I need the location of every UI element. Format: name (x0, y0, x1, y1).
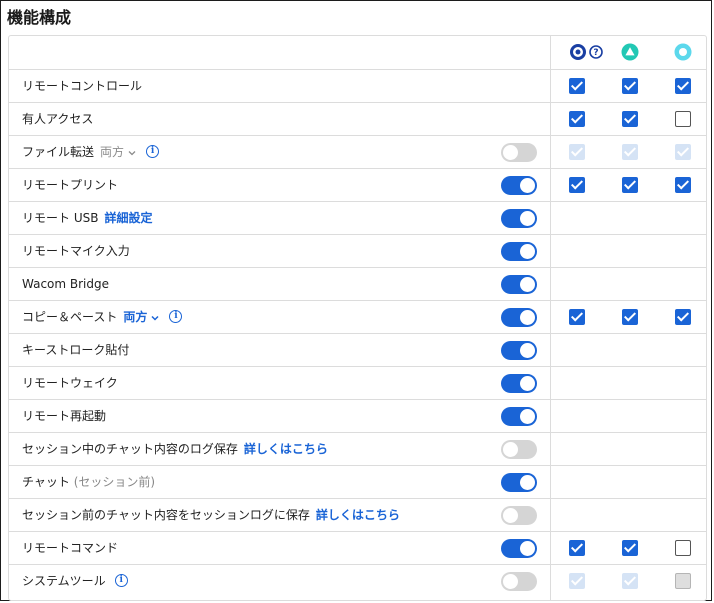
checkbox[interactable] (675, 78, 691, 94)
checkbox[interactable] (622, 111, 638, 127)
info-icon[interactable]: i (114, 574, 128, 587)
checkbox (569, 144, 585, 160)
row-remote-reboot: リモート再起動 (9, 399, 706, 432)
help-glyph: ? (593, 48, 598, 58)
row-label: セッション中のチャット内容のログ保存 詳しくはこちら (22, 442, 328, 456)
info-icon[interactable]: i (146, 145, 160, 158)
feature-toggle[interactable] (501, 275, 537, 294)
info-icon[interactable]: i (169, 310, 183, 323)
row-in-session-chat-log: セッション中のチャット内容のログ保存 詳しくはこちら (9, 432, 706, 465)
row-wacom-bridge: Wacom Bridge (9, 267, 706, 300)
row-label: キーストローク貼付 (22, 343, 130, 357)
triangle-icon (621, 43, 639, 61)
checkbox (675, 144, 691, 160)
row-system-tools: システムツール i (9, 564, 706, 597)
checkbox[interactable] (569, 540, 585, 556)
checkbox[interactable] (569, 111, 585, 127)
row-label: チャット (セッション前) (22, 475, 156, 489)
advanced-settings-link[interactable]: 詳細設定 (104, 211, 152, 225)
feature-toggle[interactable] (501, 242, 537, 261)
checkbox (622, 573, 638, 589)
checkbox[interactable] (569, 177, 585, 193)
checkbox[interactable] (675, 111, 691, 127)
checkbox[interactable] (622, 540, 638, 556)
feature-toggle[interactable] (501, 572, 537, 591)
row-label: リモート USB 詳細設定 (22, 211, 153, 225)
target-icon (570, 44, 586, 60)
checkbox (569, 573, 585, 589)
checkbox[interactable] (622, 78, 638, 94)
row-label: リモートウェイク (22, 376, 118, 390)
checkbox[interactable] (675, 309, 691, 325)
checkbox[interactable] (622, 309, 638, 325)
chevron-down-icon (128, 150, 136, 155)
row-remote-control: リモートコントロール (9, 69, 706, 102)
row-label: コピー＆ペースト 両方 i (22, 301, 183, 333)
row-file-transfer: ファイル転送 両方 i (9, 135, 706, 168)
row-label: リモートプリント (22, 178, 119, 192)
row-label: Wacom Bridge (22, 277, 110, 291)
chat-qualifier: (セッション前) (73, 475, 156, 489)
help-icon[interactable]: ? (589, 45, 603, 59)
row-remote-print: リモートプリント (9, 168, 706, 201)
checkbox[interactable] (622, 177, 638, 193)
direction-dropdown[interactable]: 両方 (100, 145, 137, 159)
header-row: ? (9, 36, 706, 69)
feature-toggle[interactable] (501, 341, 537, 360)
feature-toggle[interactable] (501, 176, 537, 195)
feature-toggle[interactable] (501, 440, 537, 459)
row-remote-usb: リモート USB 詳細設定 (9, 201, 706, 234)
checkbox[interactable] (569, 78, 585, 94)
feature-toggle[interactable] (501, 209, 537, 228)
row-label: リモートコマンド (22, 541, 119, 555)
feature-toggle[interactable] (501, 143, 537, 162)
row-remote-wake: リモートウェイク (9, 366, 706, 399)
checkbox (675, 573, 691, 589)
row-chat: チャット (セッション前) (9, 465, 706, 498)
feature-toggle[interactable] (501, 374, 537, 393)
row-keystroke-paste: キーストローク貼付 (9, 333, 706, 366)
chevron-down-icon (151, 315, 159, 321)
feature-toggle[interactable] (501, 506, 537, 525)
row-label: セッション前のチャット内容をセッションログに保存 詳しくはこちら (22, 508, 400, 522)
row-attended-access: 有人アクセス (9, 102, 706, 135)
row-remote-command: リモートコマンド (9, 531, 706, 564)
learn-more-link[interactable]: 詳しくはこちら (316, 508, 400, 522)
row-label: 有人アクセス (22, 112, 94, 126)
learn-more-link[interactable]: 詳しくはこちら (244, 442, 328, 456)
row-pre-session-chat-log: セッション前のチャット内容をセッションログに保存 詳しくはこちら (9, 498, 706, 531)
row-label: ファイル転送 両方 i (22, 136, 160, 168)
row-remote-mic: リモートマイク入力 (9, 234, 706, 267)
checkbox[interactable] (675, 540, 691, 556)
row-copy-paste: コピー＆ペースト 両方 i (9, 300, 706, 333)
checkbox[interactable] (569, 309, 585, 325)
row-label: リモート再起動 (22, 409, 107, 423)
feature-panel: ? リモートコントロール 有人アクセス ファイル転送 両方 i リモートプリント… (8, 35, 707, 601)
row-label: リモートマイク入力 (22, 244, 130, 258)
feature-toggle[interactable] (501, 308, 537, 327)
direction-dropdown[interactable]: 両方 (123, 310, 160, 324)
circle-dot-icon (674, 43, 692, 61)
row-label: リモートコントロール (22, 79, 143, 93)
feature-toggle[interactable] (501, 407, 537, 426)
row-label: システムツール i (22, 565, 128, 597)
page-title: 機能構成 (7, 8, 72, 27)
feature-toggle[interactable] (501, 473, 537, 492)
feature-toggle[interactable] (501, 539, 537, 558)
checkbox[interactable] (675, 177, 691, 193)
checkbox (622, 144, 638, 160)
window-frame: 機能構成 ? リモートコントロール 有人アクセス ファイル転送 両方 i リモー… (0, 0, 712, 601)
